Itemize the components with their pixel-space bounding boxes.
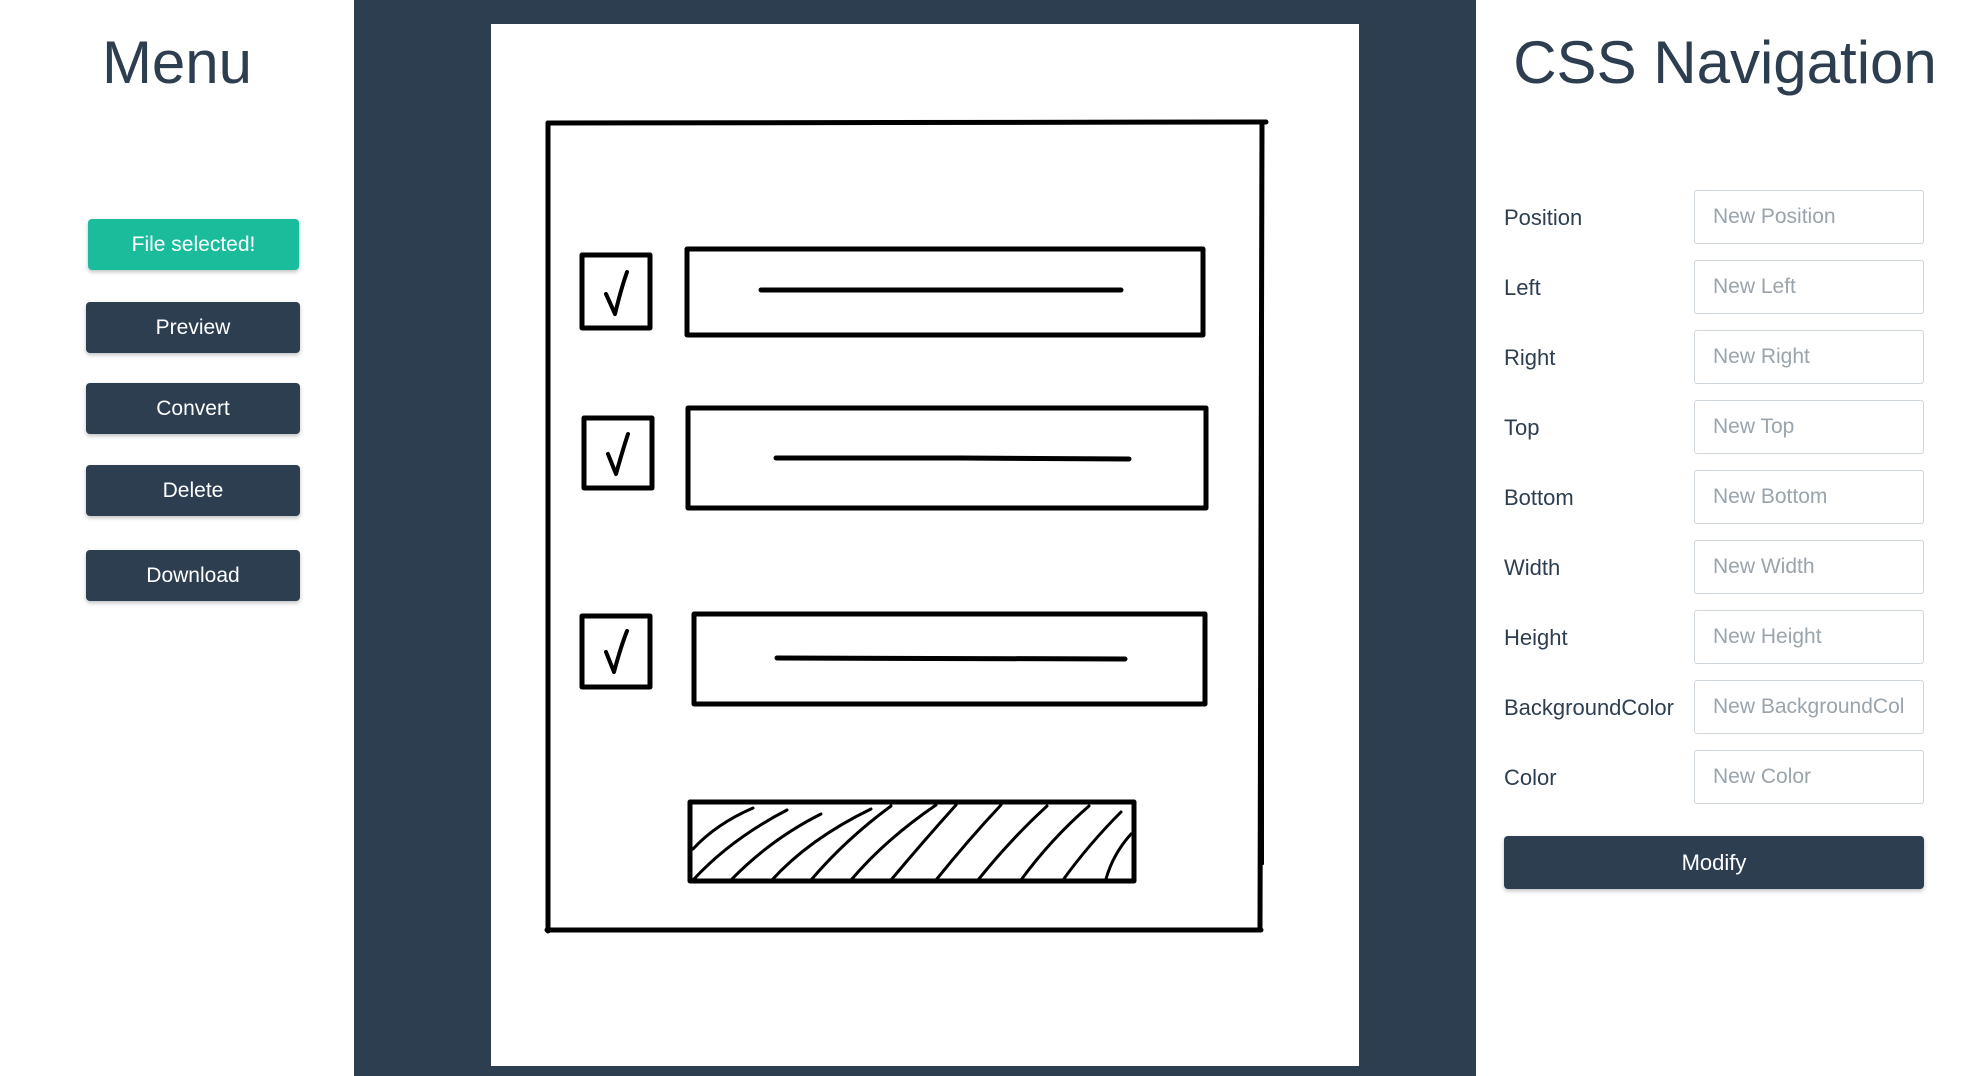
file-selected-button[interactable]: File selected!	[88, 219, 299, 270]
download-button[interactable]: Download	[86, 550, 300, 601]
menu-title: Menu	[101, 29, 253, 96]
left-input[interactable]	[1694, 260, 1924, 314]
color-input[interactable]	[1694, 750, 1924, 804]
bottom-input[interactable]	[1694, 470, 1924, 524]
right-input[interactable]	[1694, 330, 1924, 384]
modify-button[interactable]: Modify	[1504, 836, 1924, 889]
right-label: Right	[1504, 345, 1556, 370]
css-navigation-title: CSS Navigation	[1513, 29, 1937, 96]
color-row: Color	[1504, 750, 1924, 804]
position-label: Position	[1504, 205, 1583, 230]
background-color-row: BackgroundColor	[1504, 680, 1924, 734]
position-row: Position	[1504, 190, 1924, 244]
top-row: Top	[1504, 400, 1924, 454]
height-label: Height	[1504, 625, 1568, 650]
hand-drawn-wireframe-image	[544, 119, 1269, 934]
convert-button[interactable]: Convert	[86, 383, 300, 434]
left-row: Left	[1504, 260, 1924, 314]
width-row: Width	[1504, 540, 1924, 594]
preview-button[interactable]: Preview	[86, 302, 300, 353]
height-row: Height	[1504, 610, 1924, 664]
right-row: Right	[1504, 330, 1924, 384]
position-input[interactable]	[1694, 190, 1924, 244]
uploaded-sketch-image	[491, 24, 1359, 1066]
background-color-label: BackgroundColor	[1504, 695, 1674, 720]
width-input[interactable]	[1694, 540, 1924, 594]
css-navigation-panel: CSS Navigation Position Left Right Top B…	[1476, 0, 1974, 1076]
height-input[interactable]	[1694, 610, 1924, 664]
delete-button[interactable]: Delete	[86, 465, 300, 516]
menu-panel: Menu File selected! Preview Convert Dele…	[0, 0, 354, 1076]
top-label: Top	[1504, 415, 1540, 440]
color-label: Color	[1504, 765, 1557, 790]
top-input[interactable]	[1694, 400, 1924, 454]
bottom-label: Bottom	[1504, 485, 1574, 510]
left-label: Left	[1504, 275, 1541, 300]
width-label: Width	[1504, 555, 1561, 580]
background-color-input[interactable]	[1694, 680, 1924, 734]
preview-canvas-area	[354, 0, 1476, 1076]
bottom-row: Bottom	[1504, 470, 1924, 524]
